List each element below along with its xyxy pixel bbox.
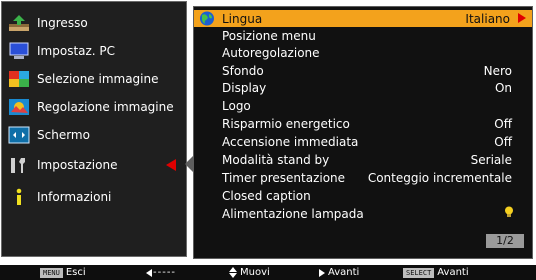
menu-item-informazioni[interactable]: Informazioni [2,184,188,210]
globe-icon [199,11,215,26]
row-label: Display [222,80,267,95]
help-back: ----- [146,266,176,279]
row-label: Closed caption [222,188,311,203]
submenu-row-sfondo[interactable]: Sfondo Nero [194,62,532,79]
image-select-icon [8,70,30,88]
row-value: On [494,80,512,95]
wrench-icon [8,156,30,174]
row-value: Conteggio incrementale [367,170,512,185]
row-label: Lingua [222,11,263,26]
submenu-row-modalita-stand-by[interactable]: Modalità stand by Seriale [194,151,532,168]
pc-icon [8,42,30,60]
row-value: Off [494,116,512,131]
help-bar: MENU Esci ----- Muovi Avanti SELECT Avan… [0,265,536,280]
help-esci-label: Esci [65,267,86,278]
menu-label-impostazione: Impostazione [37,158,118,172]
menu-item-ingresso[interactable]: Ingresso [2,10,188,36]
input-icon [8,14,30,32]
submenu-row-accensione-immediata[interactable]: Accensione immediata Off [194,133,532,150]
help-back-label: ----- [153,267,177,278]
arrow-left-icon [146,268,152,277]
submenu-row-autoregolazione[interactable]: Autoregolazione [194,44,532,61]
menu-label-schermo: Schermo [37,128,90,142]
menu-label-informazioni: Informazioni [37,190,112,204]
menu-label-impostaz-pc: Impostaz. PC [37,44,116,58]
row-label: Logo [222,98,251,113]
menu-label-selezione-immagine: Selezione immagine [37,72,159,86]
main-menu-panel: Ingresso Impostaz. PC Selezione immagine… [1,1,187,257]
row-value: Italiano [465,11,510,26]
screen-icon [8,126,30,144]
impostazione-submenu-panel: Lingua Italiano Posizione menu Autoregol… [193,6,533,259]
submenu-row-risparmio-energetico[interactable]: Risparmio energetico Off [194,115,532,132]
submenu-row-logo[interactable]: Logo [194,97,532,114]
help-muovi-label: Muovi [240,267,270,278]
info-icon [8,188,30,206]
help-avanti-select: SELECT Avanti [403,266,469,279]
menu-key-icon: MENU [40,267,63,278]
help-avanti-label-2: Avanti [437,267,469,278]
row-label: Alimentazione lampada [222,206,364,221]
menu-item-impostazione[interactable]: Impostazione [2,152,188,178]
row-label: Risparmio energetico [222,116,350,131]
row-value: Off [494,134,512,149]
arrow-right-icon [319,268,325,277]
row-value: Seriale [470,152,512,167]
submenu-row-closed-caption[interactable]: Closed caption [194,187,532,204]
submenu-row-lingua[interactable]: Lingua Italiano [194,10,532,27]
submenu-row-alimentazione-lampada[interactable]: Alimentazione lampada [194,205,532,222]
menu-item-regolazione-immagine[interactable]: Regolazione immagine [2,94,188,120]
menu-label-regolazione-immagine: Regolazione immagine [37,100,174,114]
help-muovi: Muovi [229,266,270,279]
projector-osd-screen: Ingresso Impostaz. PC Selezione immagine… [0,0,536,280]
submenu-row-display[interactable]: Display On [194,79,532,96]
submenu-row-timer-presentazione[interactable]: Timer presentazione Conteggio incrementa… [194,169,532,186]
menu-label-ingresso: Ingresso [37,16,88,30]
help-esci: MENU Esci [40,266,86,279]
select-key-icon: SELECT [403,267,435,278]
page-indicator: 1/2 [486,234,524,248]
lamp-icon [504,206,514,221]
image-adjust-icon [8,98,30,116]
row-label: Accensione immediata [222,134,359,149]
selected-arrow-icon [166,159,176,171]
row-value: Nero [483,63,512,78]
row-label: Sfondo [222,63,264,78]
row-label: Timer presentazione [222,170,346,185]
menu-item-impostaz-pc[interactable]: Impostaz. PC [2,38,188,64]
help-avanti-label-1: Avanti [328,267,360,278]
submenu-row-posizione-menu[interactable]: Posizione menu [194,27,532,44]
help-avanti-arrow: Avanti [319,266,359,279]
row-label: Posizione menu [222,28,316,43]
row-label: Modalità stand by [222,152,330,167]
menu-item-schermo[interactable]: Schermo [2,122,188,148]
menu-item-selezione-immagine[interactable]: Selezione immagine [2,66,188,92]
chevron-right-icon [518,13,526,23]
row-label: Autoregolazione [222,45,320,60]
updown-arrows-icon [229,267,237,278]
